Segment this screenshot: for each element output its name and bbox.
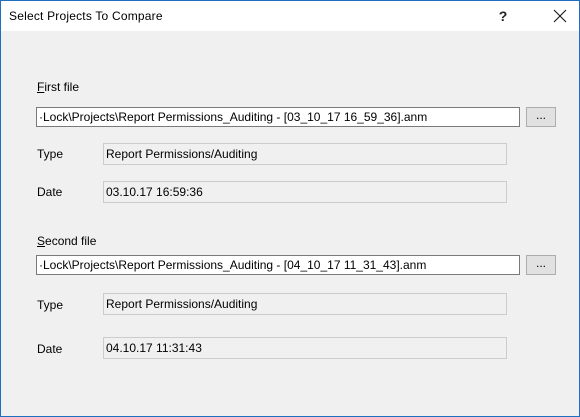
close-button[interactable] [541,1,579,31]
first-date-label: Date [37,185,63,199]
second-type-value: Report Permissions/Auditing [103,293,507,315]
compare-dialog: Select Projects To Compare ? First file … [0,0,580,417]
second-file-mnemonic: S [37,234,46,248]
close-icon [553,9,567,23]
title-bar[interactable]: Select Projects To Compare ? [1,1,579,31]
first-type-value: Report Permissions/Auditing [103,143,507,165]
second-file-label: Second file [37,234,96,248]
first-type-label: Type [37,147,64,161]
first-file-path-field[interactable]: ·Lock\Projects\Report Permissions_Auditi… [36,107,520,127]
first-file-browse-button[interactable]: ... [526,107,556,127]
dialog-title: Select Projects To Compare [9,9,163,23]
first-file-label-text: irst file [44,80,80,94]
help-button[interactable]: ? [487,1,519,31]
second-type-label: Type [37,298,64,312]
first-file-label: First file [37,80,79,94]
second-date-value: 04.10.17 11:31:43 [103,337,507,359]
second-file-path-field[interactable]: ·Lock\Projects\Report Permissions_Auditi… [36,255,520,275]
second-date-label: Date [37,342,63,356]
second-file-label-text: econd file [45,234,97,248]
first-date-value: 03.10.17 16:59:36 [103,181,507,203]
second-file-browse-button[interactable]: ... [526,255,556,275]
